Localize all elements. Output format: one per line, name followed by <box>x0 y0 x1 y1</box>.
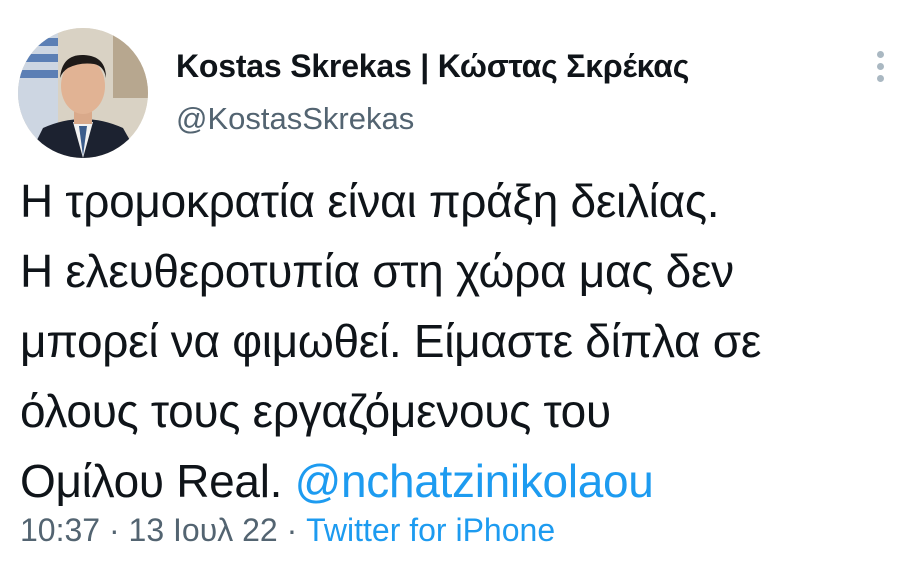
more-options-button[interactable] <box>862 46 898 86</box>
tweet-date[interactable]: 13 Ιουλ 22 <box>129 512 278 548</box>
tweet-source-link[interactable]: Twitter for iPhone <box>306 512 555 548</box>
more-vertical-icon <box>876 50 884 58</box>
meta-separator: · <box>100 512 129 548</box>
tweet-text-line: όλους τους εργαζόμενους του <box>20 385 611 437</box>
meta-separator: · <box>277 512 307 548</box>
tweet-meta: 10:37 · 13 Ιουλ 22 · Twitter for iPhone <box>20 512 555 549</box>
mention-link[interactable]: @nchatzinikolaou <box>295 455 654 507</box>
more-vertical-icon <box>876 62 884 70</box>
tweet-text-line: Η τρομοκρατία είναι πράξη δειλίας. <box>20 175 720 227</box>
author-handle[interactable]: @KostasSkrekas <box>176 101 414 137</box>
author-display-name[interactable]: Kostas Skrekas | Κώστας Σκρέκας <box>176 48 689 85</box>
tweet-text: Η τρομοκρατία είναι πράξη δειλίας. Η ελε… <box>20 166 910 516</box>
tweet-card: Kostas Skrekas | Κώστας Σκρέκας @KostasS… <box>0 0 917 580</box>
more-vertical-icon <box>876 74 884 82</box>
tweet-text-last-line: Ομίλου Real. <box>20 455 295 507</box>
profile-photo-icon <box>18 28 148 158</box>
tweet-text-line: Ομίλου Real. @nchatzinikolaou <box>20 446 910 516</box>
tweet-text-line: μπορεί να φιμωθεί. Είμαστε δίπλα σε <box>20 315 762 367</box>
tweet-time[interactable]: 10:37 <box>20 512 100 548</box>
tweet-text-line: Η ελευθεροτυπία στη χώρα μας δεν <box>20 245 734 297</box>
author-avatar[interactable] <box>18 28 148 158</box>
